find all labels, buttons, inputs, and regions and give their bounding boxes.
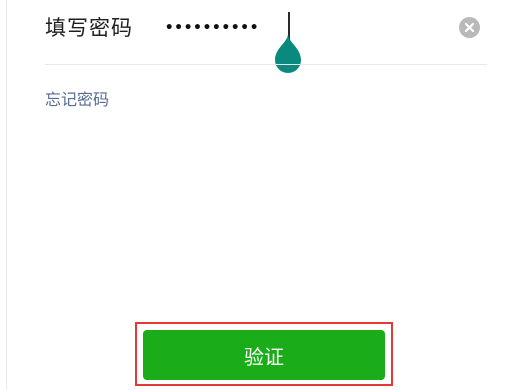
password-verification-screen: 填写密码 忘记密码 验证	[0, 0, 520, 390]
verify-button[interactable]: 验证	[143, 330, 385, 380]
forgot-password-link[interactable]: 忘记密码	[45, 89, 109, 111]
password-label: 填写密码	[45, 16, 133, 40]
password-input[interactable]	[165, 12, 283, 44]
row-divider	[45, 64, 487, 65]
caret-handle-icon[interactable]	[275, 34, 301, 74]
clear-input-icon[interactable]	[459, 17, 480, 38]
password-row: 填写密码	[0, 0, 520, 73]
